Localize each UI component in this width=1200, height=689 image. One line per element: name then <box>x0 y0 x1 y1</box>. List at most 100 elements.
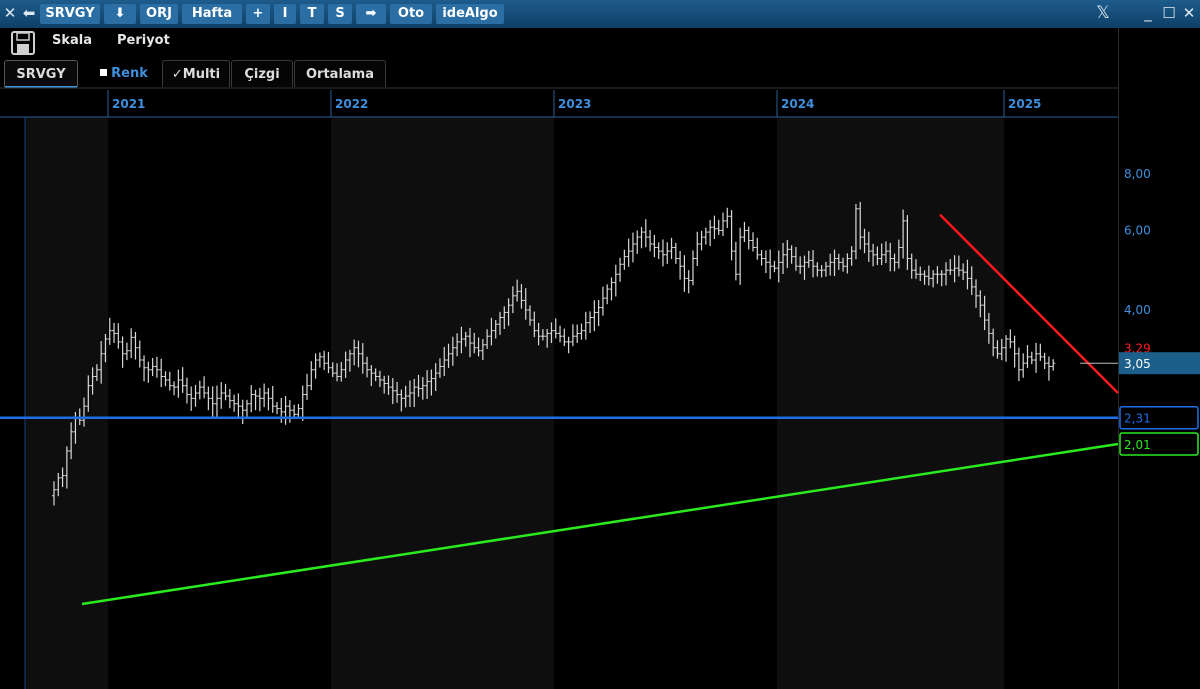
period-menu[interactable]: Periyot <box>117 33 170 48</box>
ohlc-bar <box>236 393 241 418</box>
t-button[interactable]: T <box>300 4 324 24</box>
symbol-button[interactable]: SRVGY <box>40 4 100 24</box>
ohlc-bar <box>652 234 657 258</box>
ohlc-bar <box>866 231 871 262</box>
idealgo-button[interactable]: ideAlgo <box>436 4 504 24</box>
ohlc-bar <box>493 320 498 339</box>
ohlc-bar <box>326 351 331 374</box>
ohlc-bar <box>901 209 906 259</box>
minimize-icon[interactable]: _ <box>1140 3 1156 23</box>
ohlc-bar <box>129 328 134 359</box>
plus-button[interactable]: + <box>246 4 270 24</box>
ohlc-bar <box>712 215 717 240</box>
oto-button[interactable]: Oto <box>390 4 432 24</box>
x-logo-icon[interactable]: 𝕏 <box>1090 3 1116 23</box>
ohlc-bar <box>828 253 833 276</box>
ohlc-bar <box>369 365 374 387</box>
ohlc-bar <box>811 250 816 278</box>
year-label: 2024 <box>781 97 814 111</box>
ohlc-bar <box>686 270 691 294</box>
ohlc-bar <box>459 326 464 354</box>
ohlc-bar <box>112 322 117 343</box>
price-chart[interactable]: 2021 2022 2023 2024 2025 8,006,004,00 3,293,… <box>0 0 1200 689</box>
tab-line[interactable]: Çizgi <box>231 60 293 87</box>
ohlc-bar <box>648 230 653 252</box>
check-icon: ✓ <box>171 67 183 82</box>
tab-symbol[interactable]: SRVGY <box>4 60 78 88</box>
support-trendline <box>81 442 1119 606</box>
down-arrow-icon[interactable]: ⬇ <box>104 4 136 24</box>
ohlc-bar <box>154 356 159 378</box>
ohlc-bar <box>206 386 211 411</box>
period-button[interactable]: Hafta <box>182 4 242 24</box>
maximize-icon[interactable]: ☐ <box>1160 3 1178 23</box>
ohlc-bar <box>875 246 880 266</box>
tab-average[interactable]: Ortalama <box>294 60 386 87</box>
ohlc-bar <box>635 230 640 254</box>
ohlc-bars <box>52 201 1056 506</box>
ohlc-bar <box>536 322 541 346</box>
ohlc-bar <box>952 255 957 283</box>
ohlc-bar <box>463 331 468 347</box>
ohlc-bar <box>377 370 382 388</box>
ohlc-bar <box>558 325 563 343</box>
ohlc-bar <box>793 246 798 271</box>
ohlc-bar <box>1029 351 1034 365</box>
ohlc-bar <box>266 387 271 411</box>
ohlc-bar <box>283 396 288 425</box>
ohlc-bar <box>991 328 996 357</box>
window-close-icon[interactable]: ✕ <box>1180 3 1198 23</box>
orj-button[interactable]: ORJ <box>140 4 178 24</box>
close-icon[interactable]: ✕ <box>2 3 18 23</box>
save-icon[interactable] <box>10 30 38 56</box>
ohlc-bar <box>583 311 588 340</box>
ohlc-bar <box>455 333 460 357</box>
ohlc-bar <box>678 251 683 280</box>
x-axis-strip <box>0 88 1118 117</box>
ohlc-bar <box>721 212 725 236</box>
s-button[interactable]: S <box>328 4 352 24</box>
ohlc-bar <box>673 242 678 264</box>
ohlc-bar <box>240 399 245 425</box>
ohlc-bar <box>309 361 314 391</box>
ohlc-bar <box>193 384 198 407</box>
ohlc-bar <box>52 481 56 506</box>
ohlc-bar <box>300 385 305 422</box>
ohlc-bar <box>515 279 520 302</box>
ohlc-bar <box>643 219 648 248</box>
ohlc-bar <box>352 339 357 366</box>
ohlc-bar <box>588 311 593 334</box>
tab-color[interactable]: Renk <box>94 60 154 87</box>
i-button[interactable]: I <box>274 4 296 24</box>
scale-menu[interactable]: Skala <box>52 33 92 48</box>
ohlc-bar <box>836 253 841 270</box>
ohlc-bar <box>639 226 644 249</box>
ohlc-bar <box>219 382 224 409</box>
ohlc-bar <box>210 386 215 418</box>
ohlc-bar <box>592 300 597 332</box>
ohlc-bar <box>982 295 987 331</box>
ohlc-bar <box>56 472 61 497</box>
ohlc-bar <box>961 263 966 281</box>
ohlc-bar <box>772 260 777 273</box>
ohlc-bar <box>768 249 773 280</box>
ohlc-bar <box>806 250 811 268</box>
ohlc-bar <box>227 389 232 409</box>
ohlc-bar <box>944 262 948 286</box>
right-arrow-icon[interactable]: ➡ <box>356 4 386 24</box>
ohlc-bar <box>703 227 708 245</box>
ohlc-bar <box>339 362 344 382</box>
ohlc-bar <box>1038 343 1043 361</box>
tab-multi[interactable]: ✓Multi <box>162 60 230 87</box>
ohlc-bar <box>146 361 151 383</box>
ohlc-bar <box>253 389 258 411</box>
ohlc-bar <box>180 367 185 393</box>
back-arrow-icon[interactable]: ⬅ <box>20 3 38 23</box>
ohlc-bar <box>853 203 858 260</box>
year-label: 2023 <box>558 97 591 111</box>
ohlc-bar <box>845 253 850 274</box>
ohlc-bar <box>159 358 164 388</box>
ohlc-bar <box>716 219 721 235</box>
ohlc-bar <box>832 249 837 276</box>
ohlc-bar <box>922 270 927 285</box>
